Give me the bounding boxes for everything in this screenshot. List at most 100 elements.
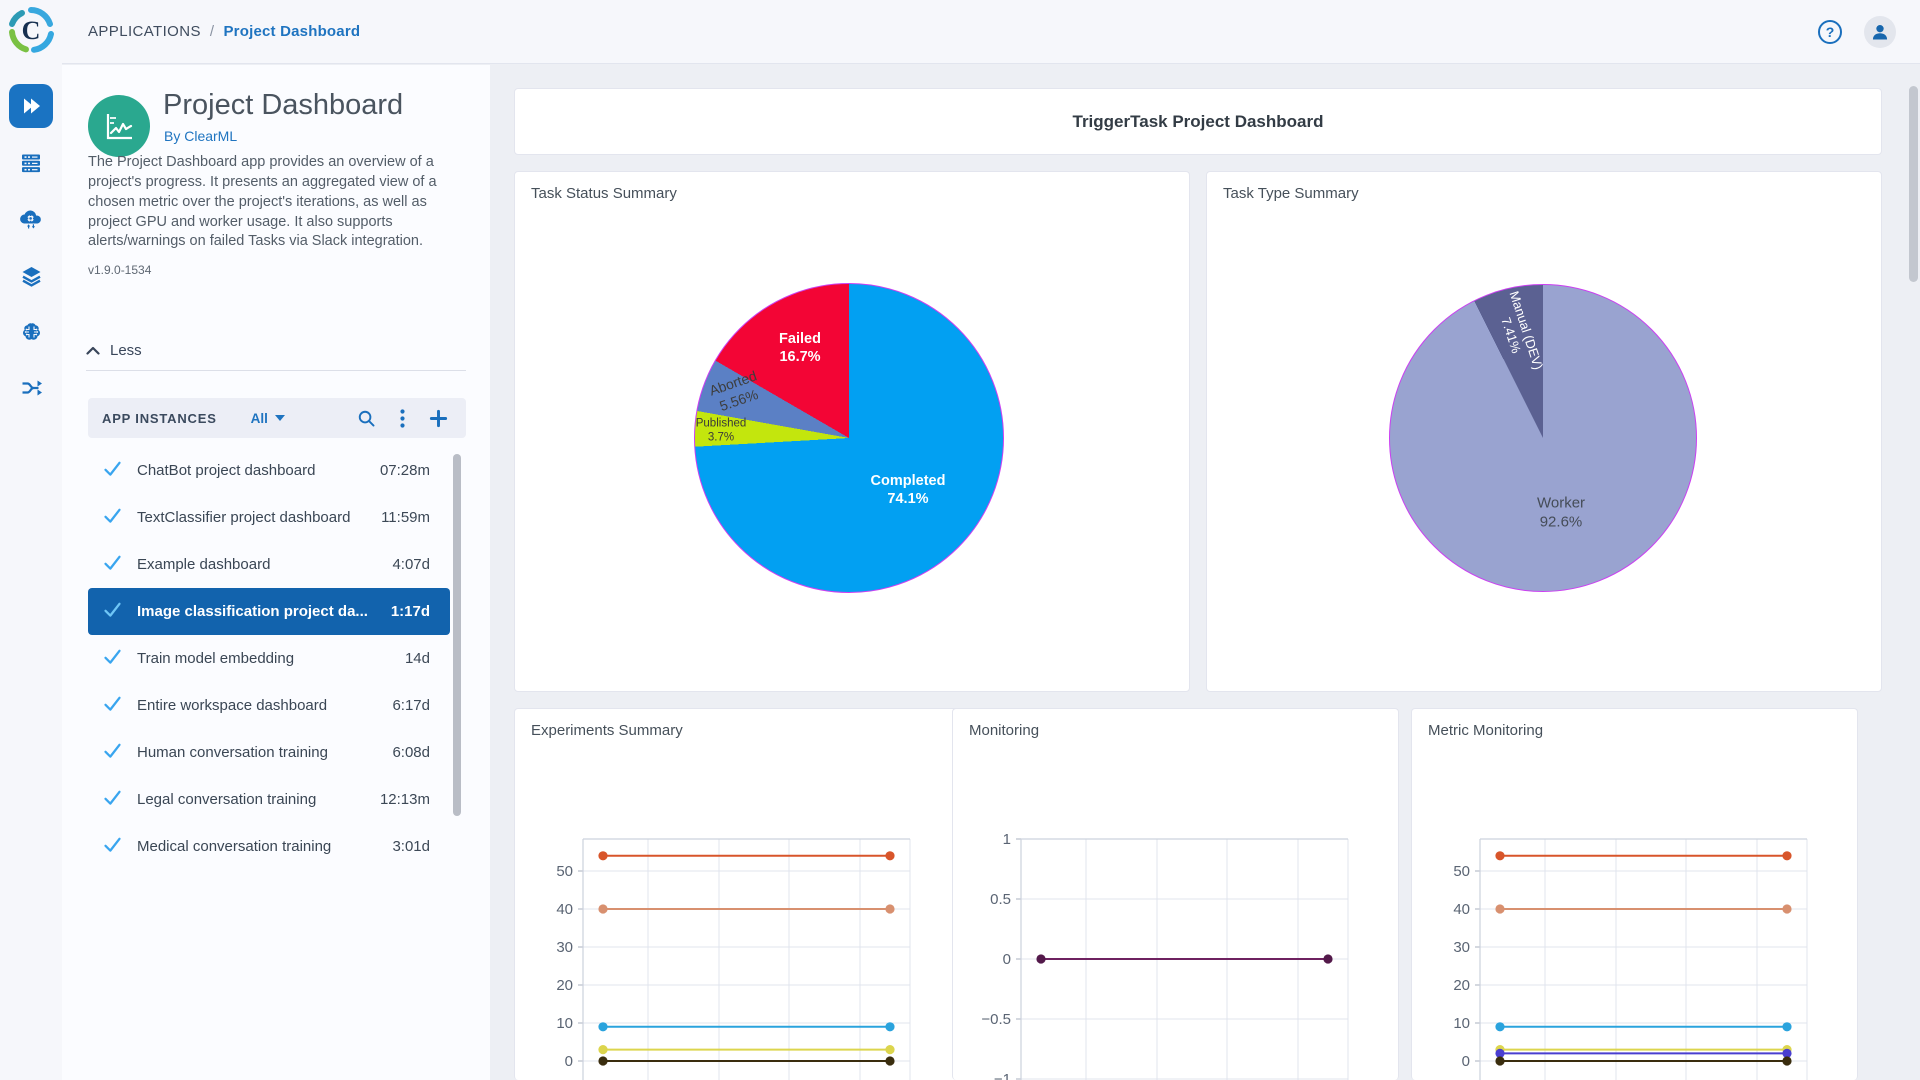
instance-name: Legal conversation training [137,791,317,808]
monitoring-chart[interactable]: 1 0.5 0 −0.5 −1 [953,709,1399,1080]
chevron-up-icon [86,346,100,355]
y-axis-tick-label: 20 [556,977,573,994]
instance-time: 1:17d [390,603,430,620]
check-icon [102,787,123,813]
chevron-down-icon [274,415,285,421]
y-axis-tick-label: 1 [1003,831,1011,848]
series-point [1782,851,1792,861]
dashboard-header-card: TriggerTask Project Dashboard [514,88,1882,155]
list-item[interactable]: TextClassifier project dashboard 11:59m [88,494,450,541]
series-point [598,904,608,914]
launch-apps-icon [19,94,43,118]
sidebar-item-pipelines[interactable] [9,366,53,410]
y-axis-tick-label: 0 [565,1053,573,1070]
sidebar-item-launch-apps[interactable] [9,84,53,128]
card-title: Task Type Summary [1223,185,1359,202]
check-icon [102,646,123,672]
topbar: APPLICATIONS / Project Dashboard ? [62,0,1920,64]
experiments-summary-chart[interactable]: 0 10 20 30 40 50 [515,709,961,1080]
series-point [598,1045,608,1055]
page-title: Project Dashboard [163,89,404,121]
app-description: The Project Dashboard app provides an ov… [88,154,437,250]
kebab-menu-icon[interactable] [400,408,405,428]
sidebar-item-workers-queues[interactable] [9,141,53,185]
experiments-summary-card: Experiments Summary 0 10 20 30 40 50 [514,708,961,1080]
series-point [885,904,895,914]
list-item[interactable]: Legal conversation training 12:13m [88,776,450,823]
instances-actions [357,408,448,428]
task-type-summary-card: Task Type Summary Worker 92.6% Manual (DEV… [1206,171,1882,692]
instance-time: 12:13m [379,791,430,808]
user-avatar[interactable] [1864,15,1896,48]
list-item[interactable]: Entire workspace dashboard 6:17d [88,682,450,729]
y-axis-tick-label: 0.5 [990,891,1011,908]
instance-name: Train model embedding [137,650,295,667]
y-axis-tick-label: 0 [1003,951,1011,968]
sidebar-item-datasets[interactable] [9,254,53,298]
help-icon[interactable]: ? [1818,19,1842,44]
list-item[interactable]: Human conversation training 6:08d [88,729,450,776]
y-axis-tick-label: 50 [556,863,573,880]
list-item[interactable]: Medical conversation training 3:01d [88,823,450,870]
byline-link[interactable]: By ClearML [164,128,237,144]
workers-queues-icon [19,151,43,175]
y-axis-tick-label: 20 [1453,977,1470,994]
list-item[interactable]: Example dashboard 4:07d [88,541,450,588]
list-item[interactable]: Train model embedding 14d [88,635,450,682]
series-point [885,851,895,861]
instance-name: Entire workspace dashboard [137,697,328,714]
app-instances-title: APP INSTANCES [102,410,217,426]
search-icon[interactable] [357,409,376,428]
y-axis-tick-label: 0 [1462,1053,1470,1070]
sidebar-item-models-brain[interactable] [9,310,53,354]
add-instance-button[interactable] [429,409,448,428]
check-icon [102,834,123,860]
check-icon [102,693,123,719]
y-axis-tick-label: 50 [1453,863,1470,880]
series-point [1782,1022,1792,1032]
check-icon [102,458,123,484]
dashboard-main: TriggerTask Project Dashboard Task Statu… [490,65,1920,1080]
instance-time: 07:28m [379,462,430,479]
breadcrumb-applications[interactable]: APPLICATIONS [88,23,201,40]
person-icon [1872,24,1888,39]
task-status-pie-chart[interactable] [694,283,1004,593]
series-point [1495,1022,1505,1032]
check-icon [102,599,123,625]
collapse-less-label: Less [110,342,142,359]
breadcrumb-separator: / [209,23,215,40]
sidebar-item-cloud-autoscaler[interactable] [9,197,53,241]
check-icon [102,740,123,766]
y-axis-tick-label: 10 [556,1015,573,1032]
instances-filter-dropdown[interactable]: All [251,411,285,426]
instance-name: Image classification project da... [137,603,368,620]
series-point [1495,904,1505,914]
list-item[interactable]: ChatBot project dashboard 07:28m [88,447,450,494]
y-axis-tick-label: 30 [556,939,573,956]
task-status-summary-card: Task Status Summary Completed 74.1% Publis… [514,171,1190,692]
dashboard-title: TriggerTask Project Dashboard [1072,111,1324,131]
pipelines-icon [19,376,44,400]
series-point [885,1045,895,1055]
y-axis-tick-label: 40 [1453,901,1470,918]
metric-monitoring-card: Metric Monitoring 0 10 20 30 40 50 [1411,708,1858,1080]
clearml-logo-icon[interactable]: C [7,6,55,54]
collapse-less-button[interactable]: Less [86,342,142,359]
list-item[interactable]: Image classification project da... 1:17d [88,588,450,635]
app-version: v1.9.0-1534 [88,263,152,277]
task-type-pie-chart[interactable] [1389,284,1697,592]
check-icon [102,552,123,578]
instance-time: 14d [404,650,430,667]
y-axis-tick-label: −0.5 [981,1011,1011,1028]
series-point [1495,851,1505,861]
breadcrumb: APPLICATIONS / Project Dashboard [88,23,360,40]
models-brain-icon [19,320,44,344]
instance-name: Example dashboard [137,556,271,573]
metric-monitoring-chart[interactable]: 0 10 20 30 40 50 [1412,709,1858,1080]
instances-filter-value: All [250,410,268,426]
series-point [1782,904,1792,914]
datasets-icon [19,264,44,288]
instance-time: 6:08d [392,744,430,761]
list-scrollbar[interactable] [453,454,461,816]
page-scrollbar[interactable] [1909,86,1918,282]
